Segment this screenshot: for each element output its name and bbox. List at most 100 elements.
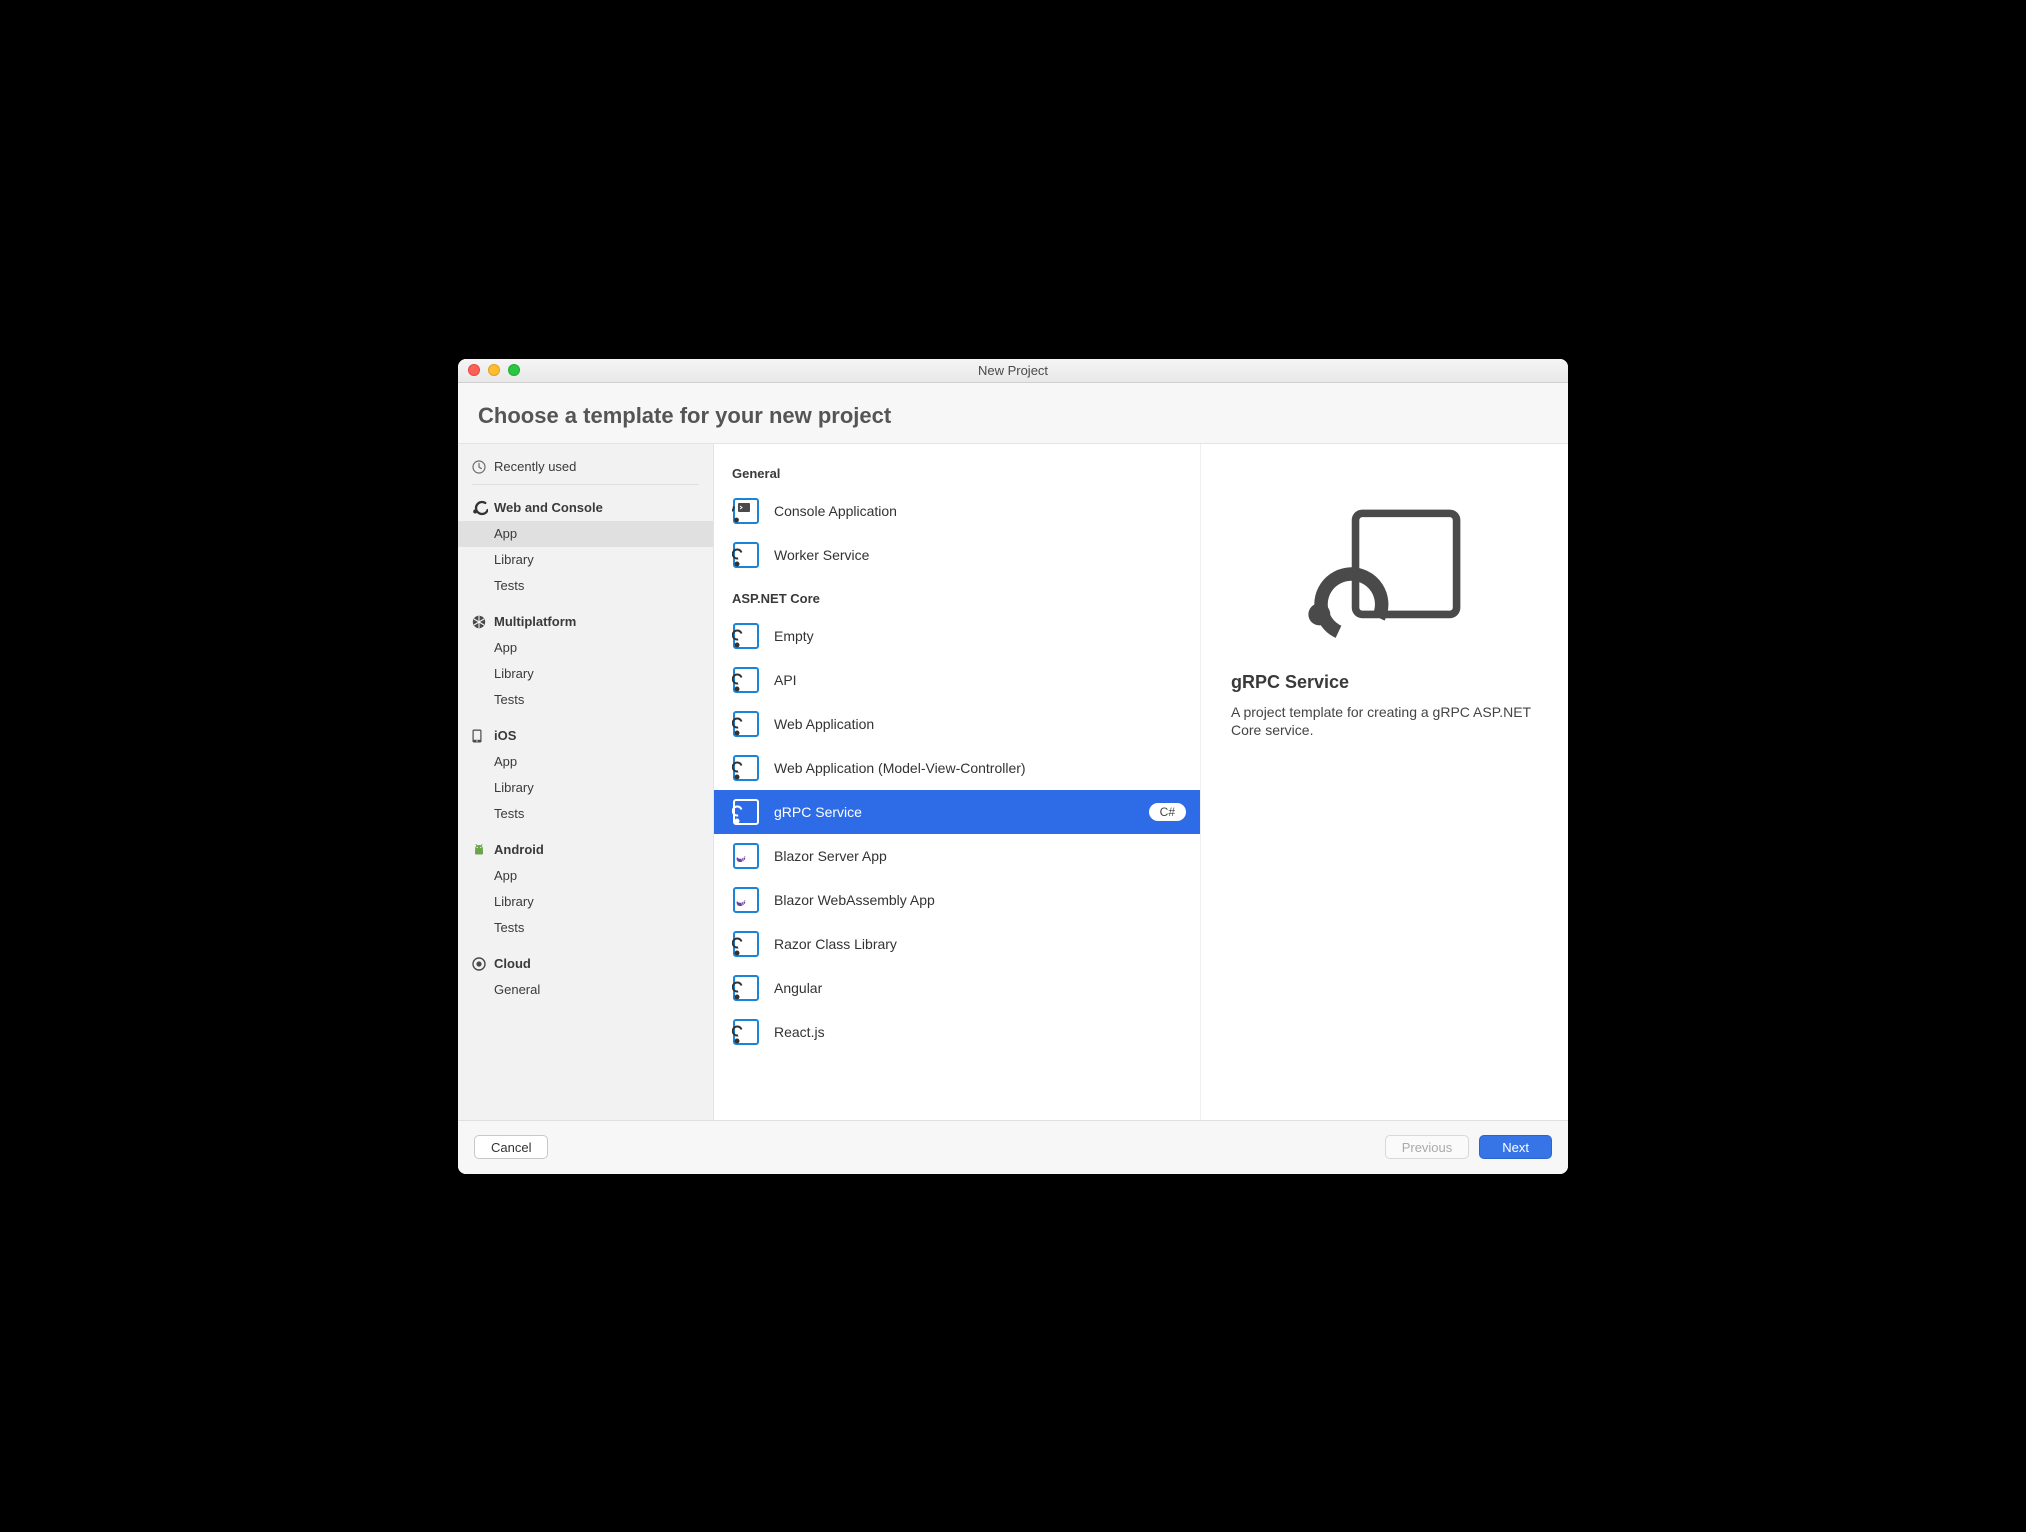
template-label: Empty — [774, 628, 1186, 644]
close-icon[interactable] — [468, 364, 480, 376]
template-label: Web Application — [774, 716, 1186, 732]
templates-section-aspnet: ASP.NET Core — [714, 577, 1200, 614]
previous-button[interactable]: Previous — [1385, 1135, 1470, 1159]
sidebar-group-android[interactable]: Android — [458, 837, 713, 863]
sidebar-group-cloud[interactable]: Cloud — [458, 951, 713, 977]
sidebar-item-tests[interactable]: Tests — [458, 573, 713, 599]
template-empty[interactable]: Empty — [714, 614, 1200, 658]
blazor-icon: @ — [732, 886, 760, 914]
template-label: Blazor WebAssembly App — [774, 892, 1186, 908]
template-webapp[interactable]: Web Application — [714, 702, 1200, 746]
sidebar-item-general[interactable]: General — [458, 977, 713, 1003]
sidebar-group-ios[interactable]: iOS — [458, 723, 713, 749]
page-title: Choose a template for your new project — [478, 403, 1548, 429]
template-console-app[interactable]: Console Application — [714, 489, 1200, 533]
template-react[interactable]: React.js — [714, 1010, 1200, 1054]
sidebar-item-label: App — [494, 526, 517, 541]
project-icon — [732, 497, 760, 525]
window-controls — [458, 364, 520, 376]
language-badge: C# — [1149, 803, 1186, 821]
sidebar-group-multiplatform[interactable]: Multiplatform — [458, 609, 713, 635]
multiplatform-icon — [472, 615, 494, 629]
sidebar-item-library[interactable]: Library — [458, 775, 713, 801]
zoom-icon[interactable] — [508, 364, 520, 376]
sidebar-item-label: Library — [494, 894, 534, 909]
clock-icon — [472, 460, 494, 474]
template-label: API — [774, 672, 1186, 688]
sidebar-group-web-console[interactable]: Web and Console — [458, 495, 713, 521]
titlebar: New Project — [458, 359, 1568, 383]
template-label: Razor Class Library — [774, 936, 1186, 952]
project-icon — [732, 541, 760, 569]
template-razor-lib[interactable]: Razor Class Library — [714, 922, 1200, 966]
svg-text:@: @ — [741, 856, 748, 863]
sidebar-item-app[interactable]: App — [458, 749, 713, 775]
android-icon — [472, 843, 494, 857]
templates-pane: General Console Application Worker Servi… — [714, 444, 1568, 1120]
sidebar-item-label: Recently used — [494, 459, 576, 474]
project-icon — [732, 798, 760, 826]
project-icon — [732, 1018, 760, 1046]
sidebar-item-label: App — [494, 868, 517, 883]
sidebar-item-label: Tests — [494, 920, 524, 935]
project-icon — [732, 622, 760, 650]
cancel-button[interactable]: Cancel — [474, 1135, 548, 1159]
sidebar-item-label: App — [494, 754, 517, 769]
sidebar-item-app[interactable]: App — [458, 863, 713, 889]
template-grpc[interactable]: gRPC Service C# — [714, 790, 1200, 834]
sidebar-item-label: Tests — [494, 692, 524, 707]
sidebar-item-app[interactable]: App — [458, 635, 713, 661]
sidebar: Recently used Web and Console App Librar… — [458, 444, 714, 1120]
detail-description: A project template for creating a gRPC A… — [1231, 703, 1538, 741]
sidebar-item-label: Library — [494, 780, 534, 795]
dotnet-icon — [472, 500, 494, 516]
sidebar-item-label: General — [494, 982, 540, 997]
project-icon — [732, 666, 760, 694]
template-label: React.js — [774, 1024, 1186, 1040]
template-mvc[interactable]: Web Application (Model-View-Controller) — [714, 746, 1200, 790]
dialog-body: Recently used Web and Console App Librar… — [458, 444, 1568, 1120]
template-angular[interactable]: Angular — [714, 966, 1200, 1010]
sidebar-item-tests[interactable]: Tests — [458, 801, 713, 827]
sidebar-item-library[interactable]: Library — [458, 661, 713, 687]
sidebar-item-label: App — [494, 640, 517, 655]
dialog-header: Choose a template for your new project — [458, 383, 1568, 444]
sidebar-item-tests[interactable]: Tests — [458, 687, 713, 713]
templates-list: General Console Application Worker Servi… — [714, 444, 1200, 1120]
template-blazor-wasm[interactable]: @ Blazor WebAssembly App — [714, 878, 1200, 922]
templates-section-general: General — [714, 452, 1200, 489]
sidebar-item-library[interactable]: Library — [458, 547, 713, 573]
project-icon — [732, 754, 760, 782]
grpc-icon — [1305, 494, 1465, 654]
minimize-icon[interactable] — [488, 364, 500, 376]
template-label: Console Application — [774, 503, 1186, 519]
template-label: gRPC Service — [774, 804, 1135, 820]
sidebar-item-label: Tests — [494, 806, 524, 821]
dialog-footer: Cancel Previous Next — [458, 1120, 1568, 1174]
template-label: Worker Service — [774, 547, 1186, 563]
next-button[interactable]: Next — [1479, 1135, 1552, 1159]
template-label: Web Application (Model-View-Controller) — [774, 760, 1186, 776]
target-icon — [472, 957, 494, 971]
template-detail: gRPC Service A project template for crea… — [1200, 444, 1568, 1120]
sidebar-item-tests[interactable]: Tests — [458, 915, 713, 941]
project-icon — [732, 974, 760, 1002]
template-api[interactable]: API — [714, 658, 1200, 702]
template-worker-service[interactable]: Worker Service — [714, 533, 1200, 577]
divider — [472, 484, 699, 485]
blazor-icon: @ — [732, 842, 760, 870]
phone-icon — [472, 729, 494, 743]
sidebar-item-library[interactable]: Library — [458, 889, 713, 915]
sidebar-item-label: Library — [494, 552, 534, 567]
template-blazor-server[interactable]: @ Blazor Server App — [714, 834, 1200, 878]
template-label: Angular — [774, 980, 1186, 996]
svg-text:@: @ — [741, 900, 748, 907]
sidebar-item-label: Tests — [494, 578, 524, 593]
sidebar-item-app[interactable]: App — [458, 521, 713, 547]
sidebar-group-label: Multiplatform — [494, 614, 576, 629]
window-title: New Project — [458, 363, 1568, 378]
sidebar-group-label: iOS — [494, 728, 516, 743]
sidebar-recently-used[interactable]: Recently used — [458, 454, 713, 480]
detail-title: gRPC Service — [1231, 672, 1538, 693]
project-icon — [732, 710, 760, 738]
